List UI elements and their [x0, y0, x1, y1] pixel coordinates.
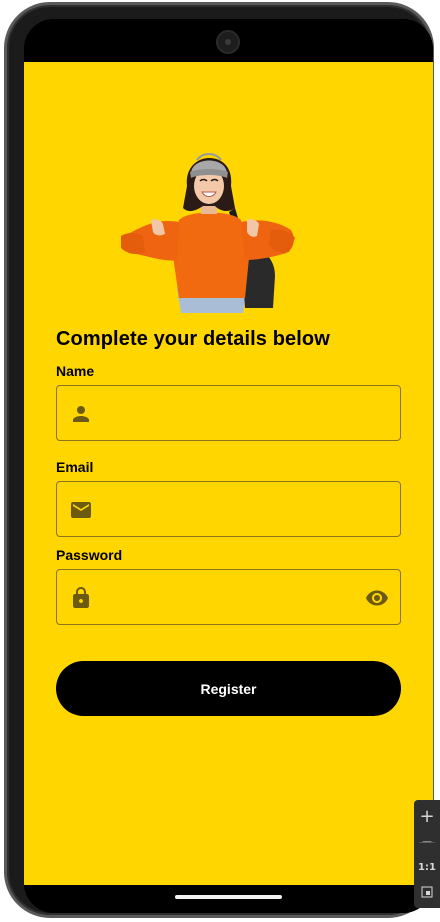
- actual-size-button[interactable]: 1:1: [414, 855, 440, 879]
- email-field[interactable]: [105, 482, 355, 536]
- email-field-container[interactable]: [56, 481, 401, 537]
- mail-icon: [69, 498, 93, 522]
- page-title: Complete your details below: [56, 328, 330, 350]
- phone-frame: Complete your details below Name Email P…: [4, 2, 434, 918]
- password-label: Password: [56, 547, 123, 563]
- register-button[interactable]: Register: [56, 661, 401, 716]
- lock-icon: [69, 586, 93, 610]
- name-label: Name: [56, 363, 95, 379]
- emulator-toolbar: + − 1:1: [414, 800, 440, 908]
- password-field[interactable]: [105, 570, 345, 624]
- status-bar: [24, 19, 433, 62]
- phone-screen: Complete your details below Name Email P…: [24, 19, 433, 913]
- name-field-container[interactable]: [56, 385, 401, 441]
- front-camera: [216, 30, 240, 54]
- register-screen: Complete your details below Name Email P…: [24, 62, 433, 885]
- password-field-container[interactable]: [56, 569, 401, 625]
- home-indicator[interactable]: [175, 895, 282, 899]
- screenshot-icon[interactable]: [414, 880, 440, 904]
- navigation-bar: [24, 885, 433, 913]
- person-icon: [69, 402, 93, 426]
- email-label: Email: [56, 459, 94, 475]
- name-field[interactable]: [105, 386, 355, 440]
- zoom-out-button[interactable]: −: [414, 830, 440, 854]
- eye-icon[interactable]: [365, 586, 389, 610]
- woman-pointing-illustration: [121, 153, 295, 313]
- zoom-in-button[interactable]: +: [414, 804, 440, 828]
- hero-illustration: [119, 148, 299, 313]
